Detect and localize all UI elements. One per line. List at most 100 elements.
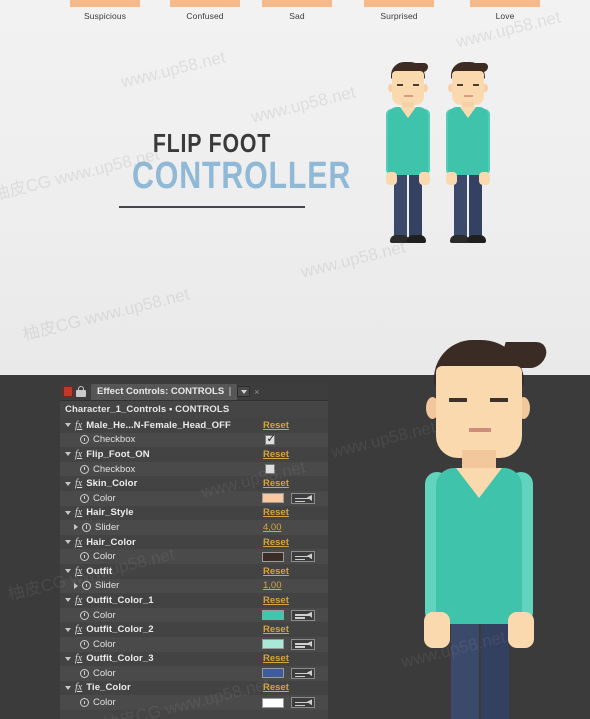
disclosure-triangle-icon[interactable] — [65, 627, 71, 632]
reset-button[interactable]: Reset — [263, 682, 289, 693]
property-label: Slider — [95, 521, 120, 533]
color-swatch[interactable] — [262, 697, 284, 708]
stopwatch-icon[interactable] — [80, 639, 89, 649]
disclosure-triangle-icon[interactable] — [65, 685, 71, 690]
property-row[interactable]: Checkbox — [60, 432, 328, 448]
close-icon[interactable]: × — [254, 387, 259, 397]
thumbnail-item[interactable]: Surprised — [364, 0, 434, 21]
fx-icon: fx — [75, 594, 83, 606]
tab-label: Effect Controls: CONTROLS — [97, 385, 225, 397]
reset-button[interactable]: Reset — [263, 566, 289, 577]
thumbnail-item[interactable]: Sad — [262, 0, 332, 21]
property-row[interactable]: Color — [60, 666, 328, 681]
effect-header-row[interactable]: fx Hair_Style Reset — [60, 505, 328, 521]
disclosure-triangle-icon[interactable] — [65, 656, 71, 661]
eyedropper-button[interactable] — [291, 551, 315, 563]
eyedropper-button[interactable] — [291, 697, 315, 709]
stopwatch-icon[interactable] — [80, 464, 89, 474]
mouth-shape — [469, 428, 491, 432]
effect-header-row[interactable]: fx Skin_Color Reset — [60, 476, 328, 491]
property-label: Checkbox — [93, 463, 136, 475]
slider-value[interactable]: 4,00 — [263, 522, 282, 533]
lock-icon[interactable] — [76, 386, 87, 397]
slider-value[interactable]: 1,00 — [263, 580, 282, 591]
title-line-2: CONTROLLER — [132, 155, 352, 197]
reset-button[interactable]: Reset — [263, 624, 289, 635]
effect-header-row[interactable]: fx Outfit_Color_1 Reset — [60, 593, 328, 608]
disclosure-triangle-icon[interactable] — [65, 423, 71, 428]
color-swatch[interactable] — [262, 639, 284, 650]
disclosure-triangle-icon[interactable] — [74, 582, 78, 589]
property-row[interactable]: Color — [60, 549, 328, 564]
color-swatch[interactable] — [262, 493, 284, 504]
effect-header-row[interactable]: fx Tie_Color Reset — [60, 680, 328, 696]
thumbnail-item[interactable]: Confused — [170, 0, 240, 21]
effect-name: Outfit_Color_1 — [86, 594, 154, 606]
breadcrumb: Character_1_Controls • CONTROLS — [60, 401, 328, 418]
color-swatch[interactable] — [262, 551, 284, 562]
eyedropper-button[interactable] — [291, 638, 315, 650]
disclosure-triangle-icon[interactable] — [65, 540, 71, 545]
face-shape — [436, 366, 522, 458]
thumbnail-item[interactable]: Love — [470, 0, 540, 21]
stopwatch-icon[interactable] — [80, 435, 89, 445]
effect-header-row[interactable]: fx Outfit Reset — [60, 563, 328, 579]
reset-button[interactable]: Reset — [263, 595, 289, 606]
disclosure-triangle-icon[interactable] — [65, 452, 71, 457]
reset-button[interactable]: Reset — [263, 507, 289, 518]
fx-icon: fx — [75, 624, 83, 636]
property-label: Color — [93, 697, 116, 709]
disclosure-triangle-icon[interactable] — [65, 481, 71, 486]
checkbox-input[interactable] — [265, 433, 276, 445]
stopwatch-icon[interactable] — [82, 581, 91, 591]
reset-button[interactable]: Reset — [263, 449, 289, 460]
property-row[interactable]: Slider 4,00 — [60, 520, 328, 535]
hand-right-shape — [479, 172, 490, 185]
character-main-preview — [398, 340, 578, 719]
reset-button[interactable]: Reset — [263, 653, 289, 664]
stopwatch-icon[interactable] — [80, 698, 89, 708]
checkbox-input[interactable] — [265, 464, 275, 475]
effect-header-row[interactable]: fx Outfit_Color_2 Reset — [60, 622, 328, 637]
property-row[interactable]: Color — [60, 636, 328, 652]
face-shape — [452, 71, 484, 105]
fx-icon: fx — [75, 419, 83, 431]
disclosure-triangle-icon[interactable] — [65, 569, 71, 574]
color-swatch[interactable] — [262, 668, 284, 679]
eyedropper-button[interactable] — [291, 609, 315, 621]
stop-record-icon[interactable] — [63, 386, 73, 397]
effect-header-row[interactable]: fx Male_He...N-Female_Head_OFF Reset — [60, 418, 328, 433]
property-label: Checkbox — [93, 434, 136, 446]
reset-button[interactable]: Reset — [263, 420, 289, 431]
stopwatch-icon[interactable] — [80, 668, 89, 678]
character-preview-front — [380, 62, 436, 252]
property-row[interactable]: Color — [60, 607, 328, 623]
effect-header-row[interactable]: fx Outfit_Color_3 Reset — [60, 651, 328, 667]
eyedropper-button[interactable] — [291, 492, 315, 504]
effect-header-row[interactable]: fx Hair_Color Reset — [60, 534, 328, 550]
effect-list: fx Male_He...N-Female_Head_OFF Reset Che… — [60, 418, 328, 710]
disclosure-triangle-icon[interactable] — [65, 598, 71, 603]
stopwatch-icon[interactable] — [80, 493, 89, 503]
hand-right-shape — [419, 172, 430, 185]
stopwatch-icon[interactable] — [80, 610, 89, 620]
reset-button[interactable]: Reset — [263, 537, 289, 548]
eyedropper-icon — [295, 497, 311, 501]
stopwatch-icon[interactable] — [80, 552, 89, 562]
disclosure-triangle-icon[interactable] — [65, 510, 71, 515]
property-row[interactable]: Slider 1,00 — [60, 578, 328, 594]
color-swatch[interactable] — [262, 610, 284, 621]
effect-header-row[interactable]: fx Flip_Foot_ON Reset — [60, 447, 328, 462]
thumbnail-item[interactable]: Suspicious — [70, 0, 140, 21]
property-row[interactable]: Checkbox — [60, 461, 328, 477]
panel-menu-button[interactable] — [237, 386, 251, 397]
disclosure-triangle-icon[interactable] — [74, 524, 78, 531]
stopwatch-icon[interactable] — [82, 522, 91, 532]
eyedropper-button[interactable] — [291, 667, 315, 679]
property-row[interactable]: Color — [60, 695, 328, 710]
leg-right-shape — [481, 608, 509, 719]
shoe-right-shape — [407, 235, 426, 243]
reset-button[interactable]: Reset — [263, 478, 289, 489]
tab-effect-controls[interactable]: Effect Controls: CONTROLS — [91, 383, 238, 400]
property-row[interactable]: Color — [60, 490, 328, 506]
